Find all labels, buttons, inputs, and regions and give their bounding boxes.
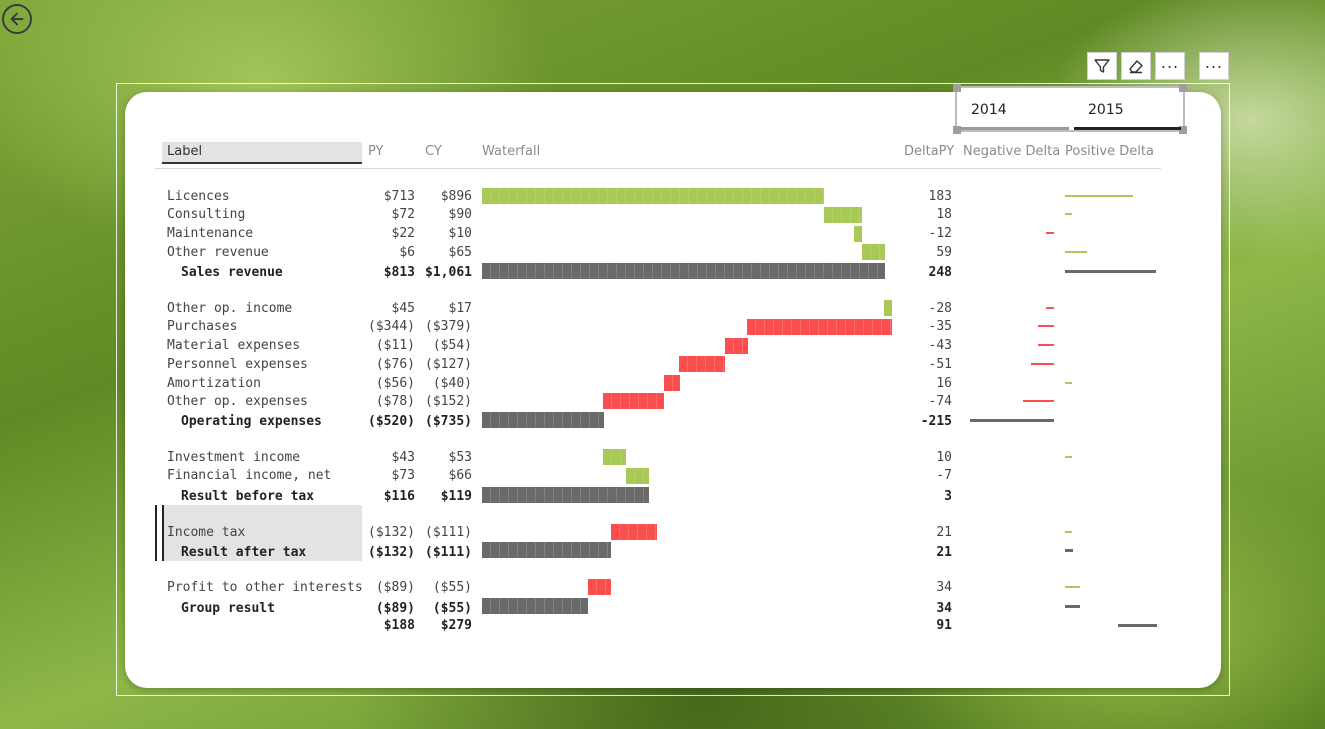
waterfall-bar-total[interactable] — [482, 542, 611, 558]
column-header-positive-delta[interactable]: Positive Delta — [1065, 144, 1154, 159]
positive-delta-bar-total — [1065, 549, 1073, 552]
waterfall-bar[interactable] — [854, 226, 862, 242]
clear-selection-button[interactable] — [1121, 52, 1151, 80]
negative-delta-bar-total — [970, 419, 1054, 422]
positive-delta-bar — [1065, 195, 1133, 197]
table-row[interactable]: Other revenue $6 $65 59 — [0, 245, 1325, 263]
table-row-total[interactable]: Operating expenses ($520) ($735) -215 — [0, 414, 1325, 432]
waterfall-bar[interactable] — [664, 375, 680, 391]
filter-button[interactable] — [1087, 52, 1117, 80]
waterfall-bar[interactable] — [862, 244, 885, 260]
waterfall-bar[interactable] — [679, 356, 725, 372]
column-header-negative-delta[interactable]: Negative Delta — [963, 144, 1060, 159]
table-row[interactable]: Maintenance $22 $10 -12 — [0, 226, 1325, 244]
negative-delta-bar — [1046, 232, 1054, 234]
negative-delta-bar — [1046, 307, 1054, 309]
positive-delta-bar — [1065, 213, 1072, 215]
table-row-grand-total[interactable]: $188 $279 91 — [0, 618, 1325, 636]
eraser-icon — [1129, 60, 1143, 74]
waterfall-bar[interactable] — [603, 449, 626, 465]
more-icon: ... — [1160, 53, 1180, 72]
waterfall-bar[interactable] — [626, 468, 649, 484]
positive-delta-bar — [1065, 382, 1072, 384]
table-row-total[interactable]: Result before tax $116 $119 3 — [0, 489, 1325, 507]
column-header-deltapy[interactable]: DeltaPY — [904, 144, 954, 159]
waterfall-bar-total[interactable] — [482, 263, 885, 279]
back-button[interactable] — [2, 4, 32, 34]
waterfall-bar-total[interactable] — [482, 598, 588, 614]
negative-delta-bar — [1038, 344, 1054, 346]
table-row[interactable]: Financial income, net $73 $66 -7 — [0, 468, 1325, 486]
table-row-total[interactable]: Result after tax ($132) ($111) 21 — [0, 545, 1325, 563]
positive-delta-bar-total — [1065, 605, 1080, 608]
waterfall-bar[interactable] — [884, 300, 892, 316]
waterfall-bar[interactable] — [588, 579, 611, 595]
positive-delta-bar — [1065, 586, 1080, 588]
positive-delta-bar — [1065, 456, 1072, 458]
column-header-py[interactable]: PY — [368, 144, 384, 159]
positive-delta-bar — [1065, 531, 1072, 533]
negative-delta-bar — [1031, 363, 1054, 365]
waterfall-bar[interactable] — [725, 338, 748, 354]
waterfall-bar[interactable] — [747, 319, 892, 335]
table-row[interactable]: Profit to other interests ($89) ($55) 34 — [0, 580, 1325, 598]
waterfall-bar-total[interactable] — [482, 412, 604, 428]
waterfall-bar-total[interactable] — [482, 487, 649, 503]
column-header-cy[interactable]: CY — [425, 144, 442, 159]
positive-delta-bar-total — [1065, 270, 1156, 273]
negative-delta-bar — [1023, 400, 1054, 402]
waterfall-bar[interactable] — [603, 393, 664, 409]
positive-delta-bar — [1065, 251, 1087, 253]
table-row-selected[interactable]: Income tax ($132) ($111) 21 — [0, 525, 1325, 543]
waterfall-bar[interactable] — [611, 524, 657, 540]
more-icon: ... — [1204, 53, 1224, 72]
table-row[interactable]: Purchases ($344) ($379) -35 — [0, 319, 1325, 337]
filter-icon — [1094, 59, 1110, 73]
table-row[interactable]: Amortization ($56) ($40) 16 — [0, 376, 1325, 394]
slicer-option-2014[interactable]: 2014 — [971, 102, 1007, 118]
more-options-button[interactable]: ... — [1155, 52, 1185, 80]
table-row[interactable]: Material expenses ($11) ($54) -43 — [0, 338, 1325, 356]
back-arrow-icon — [10, 12, 24, 26]
slicer-option-2015[interactable]: 2015 — [1088, 102, 1124, 118]
waterfall-bar[interactable] — [824, 207, 862, 223]
table-row[interactable]: Consulting $72 $90 18 — [0, 207, 1325, 225]
negative-delta-bar — [1038, 325, 1054, 327]
waterfall-bar[interactable] — [482, 188, 824, 204]
column-header-waterfall[interactable]: Waterfall — [482, 144, 540, 159]
column-header-label[interactable]: Label — [162, 142, 362, 164]
year-slicer[interactable]: 2014 2015 — [953, 84, 1187, 134]
visual-more-options-button[interactable]: ... — [1199, 52, 1229, 80]
table-row[interactable]: Investment income $43 $53 10 — [0, 450, 1325, 468]
table-row[interactable]: Other op. income $45 $17 -28 — [0, 301, 1325, 319]
table-row-total[interactable]: Group result ($89) ($55) 34 — [0, 601, 1325, 619]
table-row[interactable]: Personnel expenses ($76) ($127) -51 — [0, 357, 1325, 375]
positive-delta-bar-total — [1118, 624, 1157, 627]
